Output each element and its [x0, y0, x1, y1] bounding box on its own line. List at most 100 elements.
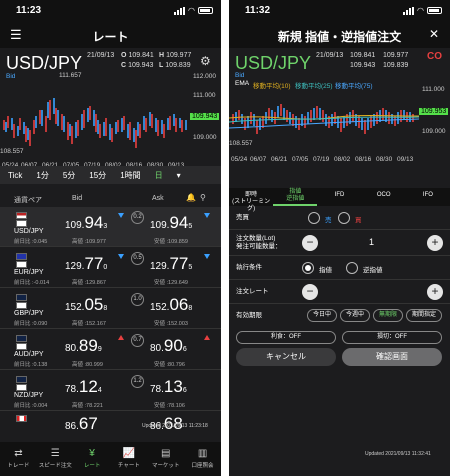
order-screen: 11:32 ◠ 新規 指値・逆指値注文 ✕ USD/JPY 21/09/13 1…	[229, 0, 450, 476]
down-arrow-icon	[204, 213, 210, 218]
table-row[interactable]: USD/JPY 前日比 :0.045 109.943 高値 :109.977 0…	[0, 207, 221, 247]
ask-price[interactable]: 109.945	[150, 213, 192, 233]
side-sell-radio[interactable]	[308, 212, 320, 224]
tf-day[interactable]: 日	[155, 170, 163, 181]
y-tick: 109.000	[422, 128, 446, 135]
pair-change: 前日比 :-0.014	[14, 280, 50, 286]
bell-icon[interactable]: 🔔	[186, 193, 196, 202]
expiry-today[interactable]: 今日中	[307, 309, 337, 322]
bid-price[interactable]: 80.899	[65, 336, 102, 356]
updated-time: Updated 2021/09/13 11:32:41	[365, 451, 431, 457]
price-chart[interactable]: Bid 111.657 108.557 112.000 111.000 109.…	[0, 70, 221, 170]
signal-icon	[403, 6, 415, 15]
quantity-value[interactable]: 1	[369, 237, 374, 247]
chart-series-label: Bid	[6, 73, 16, 80]
bid-price[interactable]: 152.058	[65, 295, 107, 315]
ask-price[interactable]: 78.136	[150, 377, 187, 397]
cancel-button[interactable]: キャンセル	[236, 348, 336, 366]
quantity-row: 注文数量(Lot) 発注可能数量： − 1 +	[229, 230, 450, 256]
low-price: 安値 :80.796	[154, 362, 185, 368]
chart-icon: 📈	[122, 448, 136, 459]
battery-icon	[198, 7, 213, 14]
rate-input[interactable]	[324, 284, 420, 300]
price-chart[interactable]: Bid EMA 移動平均(10) 移動平均(25) 移動平均(75) 111.0…	[229, 70, 450, 168]
table-row[interactable]: GBP/JPY 前日比 :0.090 152.058 高値 :152.167 1…	[0, 289, 221, 329]
high-price: 高値 :109.977	[72, 239, 106, 245]
expiry-period[interactable]: 期間指定	[406, 309, 442, 322]
stop-loss-toggle[interactable]: 損切：OFF	[342, 331, 442, 344]
tf-15min[interactable]: 15分	[89, 170, 106, 181]
wifi-icon: ◠	[417, 6, 424, 15]
x-axis: 05/24 06/07 06/21 07/05 07/19 08/02 08/1…	[229, 156, 450, 164]
close-icon[interactable]: ✕	[429, 27, 439, 41]
col-ask: Ask	[152, 195, 164, 202]
exec-limit-radio[interactable]	[302, 262, 314, 274]
high-price: 高値 :78.221	[72, 403, 103, 409]
gear-icon[interactable]: ⚙	[200, 54, 211, 68]
jp-flag-icon	[16, 302, 27, 309]
take-profit-toggle[interactable]: 利食：OFF	[236, 331, 336, 344]
y-tick: 109.000	[193, 134, 217, 141]
table-row[interactable]: 86.67 86.68 Updated 2021/09/13 11:23:18	[0, 412, 221, 442]
confirm-button[interactable]: 確認画面	[342, 348, 442, 366]
chevron-down-icon[interactable]: ▾	[177, 171, 181, 180]
account-icon: ▥	[197, 448, 208, 459]
expiry-this-week[interactable]: 今週中	[340, 309, 370, 322]
spread-badge: 0.7	[131, 334, 144, 347]
up-arrow-icon	[204, 335, 210, 340]
ohlc-open: 109.841	[350, 52, 376, 59]
quantity-plus-button[interactable]: +	[427, 235, 443, 251]
tab-market[interactable]: ▤ マーケット	[147, 442, 184, 476]
tab-trade[interactable]: ⇄ トレード	[0, 442, 37, 476]
tab-ifo[interactable]: IFO	[406, 188, 450, 206]
ohlc-open: O 109.841	[121, 52, 154, 59]
high-price: 高値 :129.867	[72, 280, 106, 286]
market-icon: ▤	[161, 448, 171, 459]
side-sell-label: 売	[325, 217, 332, 224]
chart-date: 21/09/13	[87, 52, 115, 59]
tab-speed-order[interactable]: ☰ スピード注文	[37, 442, 74, 476]
tf-1min[interactable]: 1分	[36, 170, 48, 181]
indicator-icon[interactable]: CO	[427, 51, 442, 62]
table-row[interactable]: AUD/JPY 前日比 :0.138 80.899 高値 :80.999 0.7…	[0, 330, 221, 370]
expiry-unlimited[interactable]: 無期限	[373, 309, 403, 322]
side-buy-radio[interactable]	[338, 212, 350, 224]
bid-price[interactable]: 109.943	[65, 213, 107, 233]
tf-tick[interactable]: Tick	[8, 171, 22, 180]
table-row[interactable]: EUR/JPY 前日比 :-0.014 129.770 高値 :129.867 …	[0, 248, 221, 288]
chart-high-label: 111.657	[59, 72, 82, 79]
rate-plus-button[interactable]: +	[427, 284, 443, 300]
rate-label: 注文レート	[236, 288, 269, 295]
tab-chart[interactable]: 📈 チャート	[110, 442, 147, 476]
tf-5min[interactable]: 5分	[63, 170, 75, 181]
quantity-minus-button[interactable]: −	[302, 235, 318, 251]
tab-streaming[interactable]: 即時 (ストリーミング)	[229, 188, 273, 212]
ask-price[interactable]: 152.068	[150, 295, 192, 315]
table-row[interactable]: NZD/JPY 前日比 :0.004 78.124 高値 :78.221 1.2…	[0, 371, 221, 411]
candlestick-chart	[3, 98, 187, 148]
spread-badge: 0.5	[131, 252, 144, 265]
bid-price[interactable]: 78.124	[65, 377, 102, 397]
x-tick: 06/21	[271, 156, 288, 163]
updated-time: Updated 2021/09/13 11:23:18	[142, 423, 208, 429]
exec-stop-radio[interactable]	[346, 262, 358, 274]
pair-name: AUD/JPY	[14, 351, 44, 358]
tab-ifd[interactable]: IFD	[317, 188, 361, 206]
bid-price[interactable]: 86.67	[65, 414, 98, 434]
x-tick: 08/02	[334, 156, 351, 163]
tab-oco[interactable]: OCO	[362, 188, 406, 206]
y-tick: 112.000	[193, 73, 217, 80]
ask-price[interactable]: 80.906	[150, 336, 187, 356]
tab-account[interactable]: ▥ 口座照会	[184, 442, 221, 476]
tab-limit-stop[interactable]: 指値 逆指値	[273, 188, 318, 206]
x-tick: 08/30	[376, 156, 393, 163]
rate-minus-button[interactable]: −	[302, 284, 318, 300]
ask-price[interactable]: 129.775	[150, 254, 192, 274]
bid-price[interactable]: 129.770	[65, 254, 107, 274]
tab-rate[interactable]: ¥ レート	[74, 442, 111, 476]
last-price-tag: 109.953	[419, 108, 449, 115]
tf-1hour[interactable]: 1時間	[120, 170, 140, 181]
filter-icon[interactable]: ⚲	[200, 193, 206, 202]
rate-icon: ¥	[89, 448, 95, 459]
page-title: 新規 指値・逆指値注文	[277, 30, 402, 44]
